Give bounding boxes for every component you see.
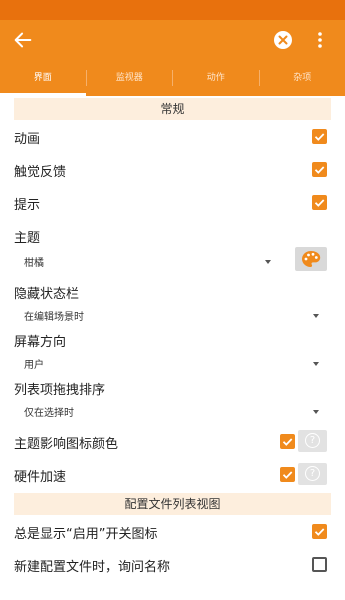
help-icon: ?	[305, 466, 320, 481]
tab-label: 杂项	[293, 73, 312, 83]
app-bar	[0, 20, 345, 60]
checkmark-icon	[282, 471, 293, 479]
help-icon: ?	[305, 433, 320, 448]
pref-theme-icon-color[interactable]: 主题影响图标颜色 ?	[14, 425, 327, 458]
checkmark-icon	[314, 528, 325, 536]
pref-show-enable-switch[interactable]: 总是显示“启用”开关图标	[14, 515, 327, 548]
section-header-general: 常规	[14, 98, 331, 120]
palette-icon	[302, 251, 321, 267]
screen-orientation-value: 用户	[24, 360, 44, 371]
pref-label: 触觉反馈	[14, 165, 67, 180]
tab-label: 动作	[206, 73, 225, 83]
pref-label: 屏幕方向	[14, 335, 67, 350]
more-icon[interactable]	[314, 29, 326, 51]
pref-hints[interactable]: 提示	[14, 186, 327, 219]
help-button[interactable]: ?	[298, 463, 327, 485]
status-bar	[0, 0, 345, 20]
theme-select[interactable]: 柑橘	[14, 247, 327, 281]
tab-indicator	[0, 93, 86, 96]
tab-label: 界面	[33, 73, 52, 83]
pref-hide-status-bar: 隐藏状态栏	[14, 281, 327, 303]
pref-ask-profile-name[interactable]: 新建配置文件时，询问名称	[14, 548, 327, 581]
settings-list: 常规 动画 触觉反馈 提示 主题 柑橘 隐藏状态栏 在编辑场景时 屏幕方向 用户…	[0, 98, 345, 581]
pref-label: 硬件加速	[14, 470, 67, 485]
pref-drag-sort: 列表项拖拽排序	[14, 377, 327, 399]
clear-icon[interactable]	[272, 29, 294, 51]
pref-theme: 主题	[14, 219, 327, 249]
checkmark-icon	[314, 133, 325, 141]
checkmark-icon	[314, 199, 325, 207]
pref-label: 主题影响图标颜色	[14, 437, 119, 452]
section-header-profile-list-view: 配置文件列表视图	[14, 493, 331, 515]
tab-actions[interactable]: 动作	[173, 60, 259, 96]
drag-sort-value: 仅在选择时	[24, 408, 74, 419]
pref-label: 总是显示“启用”开关图标	[14, 527, 158, 542]
theme-icon-color-checkbox[interactable]	[280, 434, 295, 449]
checkmark-icon	[314, 166, 325, 174]
screen-orientation-select[interactable]: 用户	[14, 351, 327, 377]
palette-button[interactable]	[295, 247, 327, 271]
tab-label: 监视器	[115, 73, 143, 83]
checkmark-icon	[282, 438, 293, 446]
haptic-checkbox[interactable]	[312, 162, 327, 177]
pref-label: 列表项拖拽排序	[14, 383, 106, 398]
tab-misc[interactable]: 杂项	[260, 60, 345, 96]
theme-select-value: 柑橘	[24, 258, 44, 269]
pref-label: 提示	[14, 198, 41, 213]
dropdown-arrow-icon	[313, 410, 319, 414]
help-button[interactable]: ?	[298, 430, 327, 452]
dropdown-arrow-icon	[313, 314, 319, 318]
pref-label: 动画	[14, 132, 41, 147]
tab-monitor[interactable]: 监视器	[87, 60, 173, 96]
drag-sort-select[interactable]: 仅在选择时	[14, 399, 327, 425]
pref-hardware-acceleration[interactable]: 硬件加速 ?	[14, 458, 327, 491]
show-enable-switch-checkbox[interactable]	[312, 524, 327, 539]
pref-label: 隐藏状态栏	[14, 287, 80, 302]
hardware-acceleration-checkbox[interactable]	[280, 467, 295, 482]
ask-profile-name-checkbox[interactable]	[312, 557, 327, 572]
tab-interface[interactable]: 界面	[0, 60, 86, 96]
hide-status-bar-select[interactable]: 在编辑场景时	[14, 303, 327, 329]
pref-label: 主题	[14, 231, 41, 246]
back-icon[interactable]	[12, 29, 34, 51]
dropdown-arrow-icon	[313, 362, 319, 366]
pref-screen-orientation: 屏幕方向	[14, 329, 327, 351]
pref-label: 新建配置文件时，询问名称	[14, 560, 171, 575]
animation-checkbox[interactable]	[312, 129, 327, 144]
pref-haptic-feedback[interactable]: 触觉反馈	[14, 153, 327, 186]
hints-checkbox[interactable]	[312, 195, 327, 210]
pref-animation[interactable]: 动画	[14, 120, 327, 153]
tab-bar: 界面 监视器 动作 杂项	[0, 60, 345, 96]
hide-status-bar-value: 在编辑场景时	[24, 312, 84, 323]
dropdown-arrow-icon	[265, 260, 271, 264]
